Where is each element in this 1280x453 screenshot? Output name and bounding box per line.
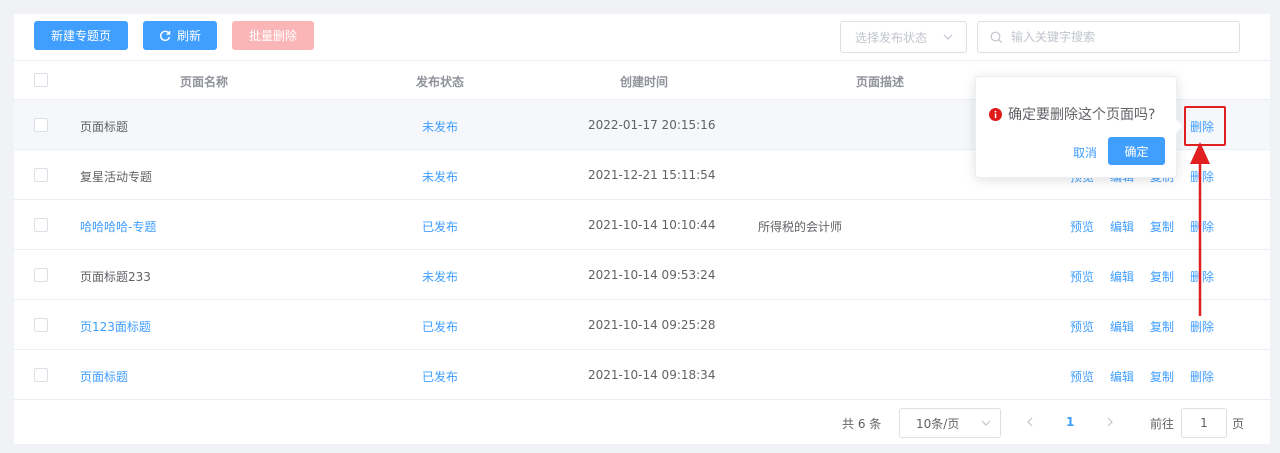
edit-link[interactable]: 编辑	[1110, 368, 1134, 385]
header-created: 创建时间	[620, 75, 669, 89]
edit-link[interactable]: 编辑	[1110, 218, 1134, 235]
batch-delete-button[interactable]: 批量删除	[232, 21, 314, 50]
annotation-arrow	[1190, 142, 1210, 316]
page-name[interactable]: 哈哈哈哈-专题	[80, 218, 156, 235]
delete-popconfirm: 确定要删除这个页面吗? 取消 确定	[975, 76, 1185, 178]
chevron-right-icon[interactable]	[1104, 416, 1116, 428]
preview-link[interactable]: 预览	[1070, 268, 1094, 285]
row-checkbox[interactable]	[34, 168, 48, 182]
table-row: 哈哈哈哈-专题 已发布 2021-10-14 10:10:44 所得税的会计师 …	[14, 200, 1270, 250]
chevron-down-icon	[942, 31, 954, 43]
header-name: 页面名称	[180, 75, 229, 89]
goto-page-input[interactable]	[1181, 408, 1227, 438]
status-select-placeholder: 选择发布状态	[855, 30, 928, 45]
copy-link[interactable]: 复制	[1150, 268, 1174, 285]
goto-prefix: 前往	[1150, 417, 1175, 431]
created-time: 2022-01-17 20:15:16	[588, 118, 716, 132]
row-checkbox[interactable]	[34, 218, 48, 232]
delete-link[interactable]: 删除	[1190, 368, 1214, 385]
refresh-icon	[159, 30, 171, 42]
create-topic-button[interactable]: 新建专题页	[34, 21, 128, 50]
select-all-checkbox[interactable]	[34, 73, 48, 87]
preview-link[interactable]: 预览	[1070, 218, 1094, 235]
created-time: 2021-10-14 10:10:44	[588, 218, 716, 232]
header-status: 发布状态	[416, 75, 465, 89]
created-time: 2021-10-14 09:53:24	[588, 268, 716, 282]
edit-link[interactable]: 编辑	[1110, 268, 1134, 285]
publish-status: 未发布	[422, 120, 459, 134]
search-input[interactable]	[1011, 30, 1231, 44]
row-checkbox[interactable]	[34, 268, 48, 282]
refresh-label: 刷新	[176, 29, 201, 43]
page-size-value: 10条/页	[916, 416, 960, 431]
pagination: 共 6 条 10条/页 1 前往 页	[14, 408, 1270, 438]
page-size-select[interactable]: 10条/页	[899, 408, 1001, 438]
popconfirm-text: 确定要删除这个页面吗?	[1008, 107, 1156, 123]
search-box	[977, 21, 1240, 53]
publish-status: 已发布	[422, 370, 459, 384]
created-time: 2021-10-14 09:18:34	[588, 368, 716, 382]
copy-link[interactable]: 复制	[1150, 318, 1174, 335]
page-number-1[interactable]: 1	[1066, 415, 1074, 429]
page-description: 所得税的会计师	[758, 220, 843, 234]
edit-link[interactable]: 编辑	[1110, 318, 1134, 335]
page-name[interactable]: 页面标题	[80, 368, 128, 385]
refresh-button[interactable]: 刷新	[143, 21, 217, 50]
preview-link[interactable]: 预览	[1070, 318, 1094, 335]
chevron-left-icon[interactable]	[1024, 416, 1036, 428]
status-select[interactable]: 选择发布状态	[840, 21, 967, 53]
table-row: 页123面标题 已发布 2021-10-14 09:25:28 预览 编辑 复制…	[14, 300, 1270, 350]
page-name: 页面标题	[80, 120, 129, 134]
delete-link[interactable]: 删除	[1190, 318, 1214, 335]
copy-link[interactable]: 复制	[1150, 368, 1174, 385]
confirm-button[interactable]: 确定	[1108, 137, 1165, 165]
search-icon	[990, 31, 1003, 44]
table-row: 页面标题 已发布 2021-10-14 09:18:34 预览 编辑 复制 删除	[14, 350, 1270, 400]
cancel-button[interactable]: 取消	[1073, 144, 1097, 161]
publish-status: 未发布	[422, 170, 459, 184]
total-count: 共 6 条	[842, 417, 882, 431]
page-name: 复星活动专题	[80, 170, 153, 184]
popconfirm-message: 确定要删除这个页面吗?	[989, 104, 1155, 124]
page-name[interactable]: 页123面标题	[80, 318, 151, 335]
goto-suffix: 页	[1232, 417, 1245, 431]
publish-status: 未发布	[422, 270, 459, 284]
row-checkbox[interactable]	[34, 318, 48, 332]
info-icon	[989, 107, 1002, 121]
copy-link[interactable]: 复制	[1150, 218, 1174, 235]
preview-link[interactable]: 预览	[1070, 368, 1094, 385]
row-checkbox[interactable]	[34, 368, 48, 382]
header-description: 页面描述	[856, 75, 905, 89]
page-name: 页面标题233	[80, 270, 151, 284]
chevron-down-icon	[980, 417, 992, 429]
row-checkbox[interactable]	[34, 118, 48, 132]
table-row: 页面标题233 未发布 2021-10-14 09:53:24 预览 编辑 复制…	[14, 250, 1270, 300]
publish-status: 已发布	[422, 220, 459, 234]
created-time: 2021-10-14 09:25:28	[588, 318, 716, 332]
publish-status: 已发布	[422, 320, 459, 334]
created-time: 2021-12-21 15:11:54	[588, 168, 716, 182]
